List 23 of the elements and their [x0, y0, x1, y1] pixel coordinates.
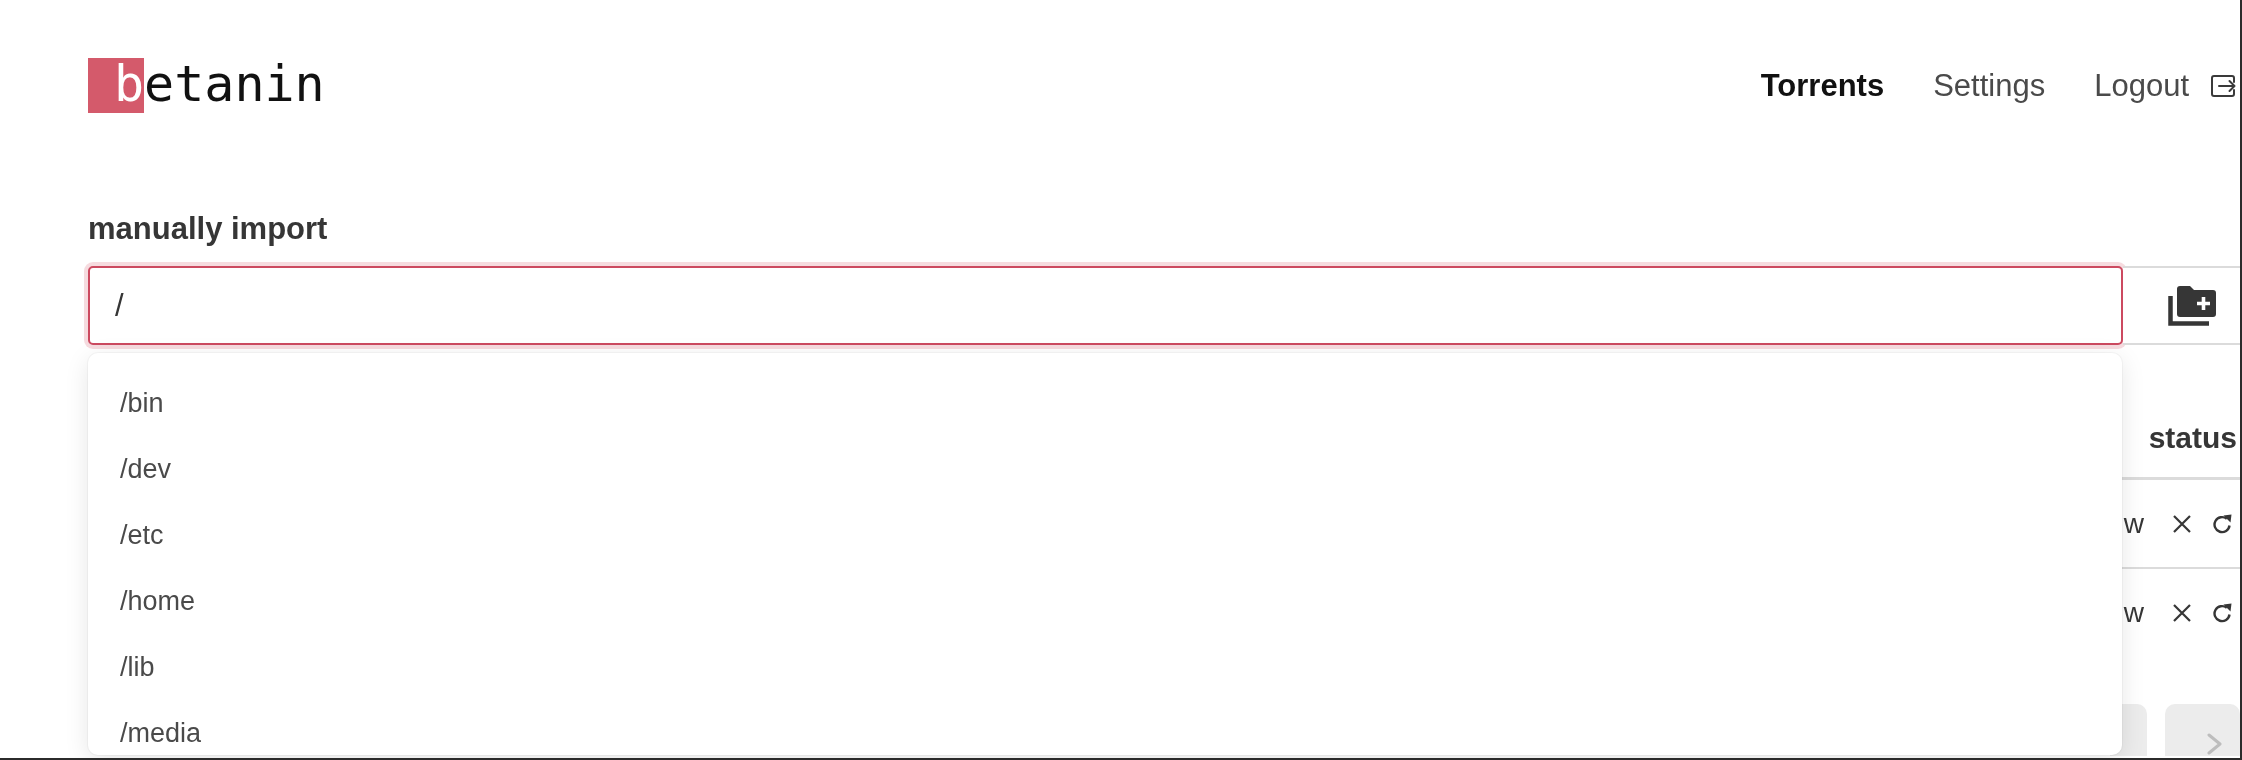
suggestion-item[interactable]: /media [114, 711, 208, 755]
field-label: manually import [88, 211, 329, 247]
suggestion-item[interactable]: /lib [114, 645, 161, 689]
chevron-right-icon [2207, 733, 2222, 755]
nav-link[interactable]: Torrents [1760, 67, 1885, 104]
nav-link[interactable]: Settings [1933, 67, 2046, 104]
add-folder-button[interactable] [2123, 266, 2240, 345]
column-header: status [2148, 420, 2238, 456]
refresh-icon[interactable] [2212, 513, 2232, 534]
cross-icon[interactable] [2172, 513, 2192, 534]
cross-icon[interactable] [2172, 602, 2192, 623]
path-input[interactable]: / [88, 266, 2123, 345]
suggestion-item[interactable]: /etc [114, 513, 170, 557]
suggestion-item[interactable]: /bin [114, 381, 170, 425]
logo[interactable]: betanin [88, 58, 325, 113]
suggestion-item[interactable]: /home [114, 579, 202, 623]
table-cell: w [2123, 507, 2144, 540]
refresh-icon[interactable] [2212, 602, 2232, 623]
logout-link[interactable]: Logout [2094, 67, 2236, 104]
table-cell: w [2123, 596, 2144, 629]
suggestion-item[interactable]: /dev [114, 447, 178, 491]
logout-icon [2211, 74, 2236, 97]
folder-plus-icon [2168, 285, 2216, 326]
